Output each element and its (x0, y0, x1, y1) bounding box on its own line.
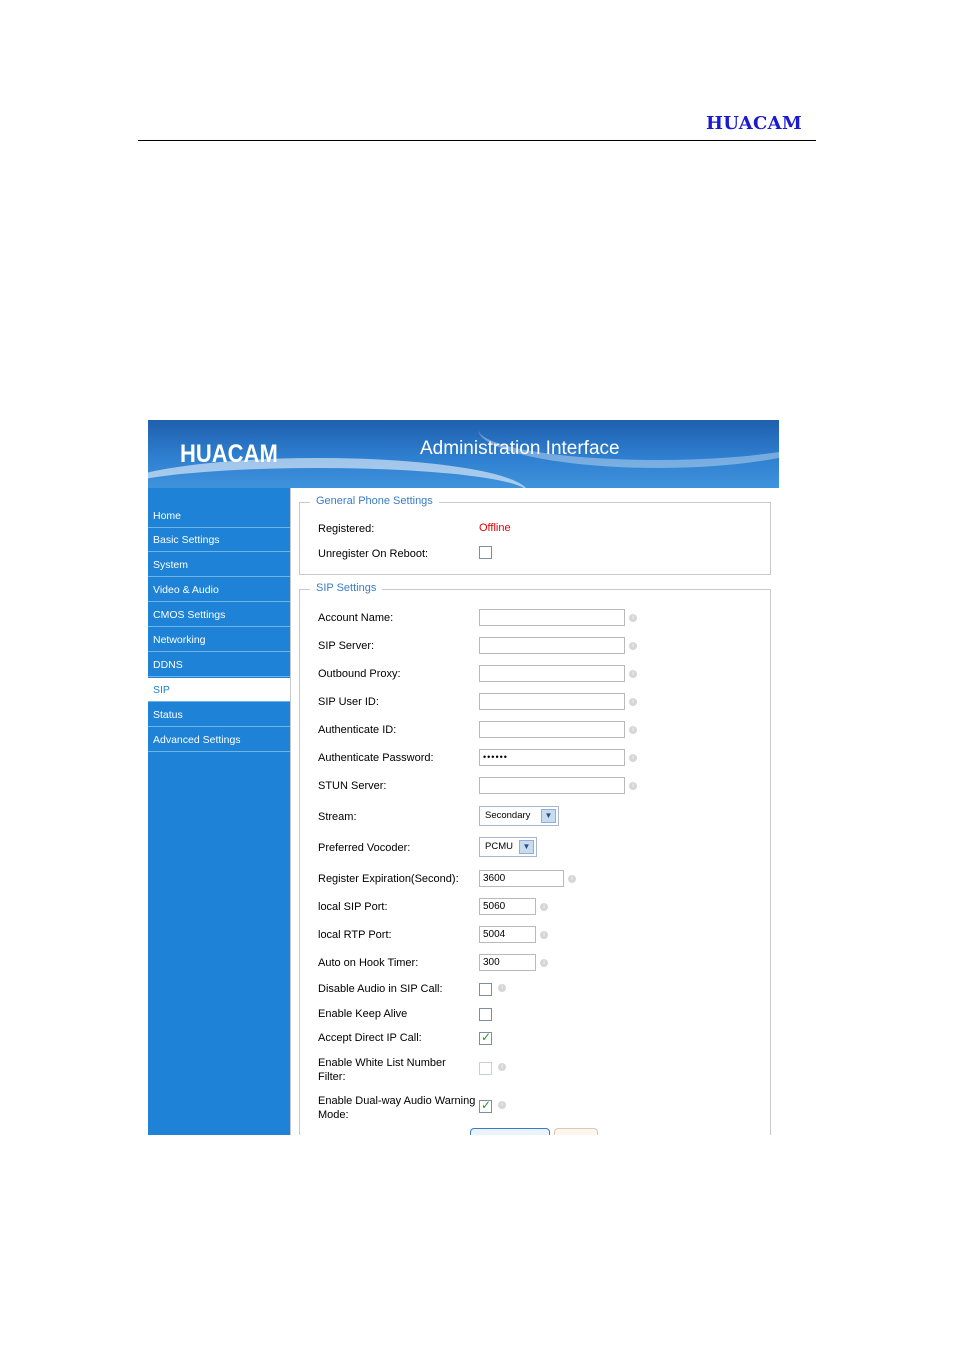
registered-status: Offline (479, 522, 511, 534)
sidebar-item-advanced-settings[interactable]: Advanced Settings (148, 728, 290, 752)
unregister-on-reboot-label: Unregister On Reboot: (318, 548, 429, 560)
general-settings-group: General Phone Settings Registered: Offli… (299, 495, 771, 575)
info-icon: i (540, 931, 548, 939)
preferred-vocoder-label: Preferred Vocoder: (318, 842, 411, 854)
chevron-down-icon[interactable]: ▼ (541, 809, 556, 823)
account-name-input[interactable] (479, 609, 625, 626)
preferred-vocoder-select[interactable]: PCMU ▼ (479, 837, 537, 857)
dual-way-audio-label-line2: Mode: (318, 1109, 349, 1121)
sip-settings-legend: SIP Settings (310, 582, 383, 594)
banner: HUACAM Administration Interface (148, 420, 779, 488)
authenticate-id-input[interactable] (479, 721, 625, 738)
checkmark-icon: ✓ (481, 1030, 492, 1044)
sip-user-id-input[interactable] (479, 693, 625, 710)
stream-select-value: Secondary (485, 810, 531, 821)
white-list-label-line1: Enable White List Number (318, 1057, 446, 1069)
info-icon: i (540, 959, 548, 967)
general-settings-legend: General Phone Settings (310, 495, 439, 507)
save-button[interactable] (470, 1128, 550, 1135)
unregister-on-reboot-checkbox[interactable] (479, 546, 492, 559)
info-icon: i (498, 1101, 506, 1109)
sidebar: Home Basic Settings System Video & Audio… (148, 488, 290, 1135)
checkmark-icon: ✓ (481, 1098, 492, 1112)
info-icon: i (629, 726, 637, 734)
sidebar-item-video-audio[interactable]: Video & Audio (148, 578, 290, 602)
sidebar-item-networking[interactable]: Networking (148, 628, 290, 652)
outbound-proxy-label: Outbound Proxy: (318, 668, 401, 680)
local-rtp-port-input[interactable]: 5004 (479, 926, 536, 943)
dual-way-audio-label-line1: Enable Dual-way Audio Warning (318, 1095, 476, 1107)
auto-hook-timer-input[interactable]: 300 (479, 954, 536, 971)
stun-server-input[interactable] (479, 777, 625, 794)
disable-audio-checkbox[interactable] (479, 983, 492, 996)
accept-direct-ip-checkbox[interactable]: ✓ (479, 1030, 492, 1045)
local-rtp-port-label: local RTP Port: (318, 929, 392, 941)
chevron-down-icon[interactable]: ▼ (519, 840, 534, 854)
authenticate-id-label: Authenticate ID: (318, 724, 397, 736)
sidebar-item-status[interactable]: Status (148, 703, 290, 727)
info-icon: i (498, 984, 506, 992)
banner-title: Administration Interface (420, 438, 620, 459)
banner-logo: HUACAM (180, 440, 278, 468)
sip-user-id-label: SIP User ID: (318, 696, 379, 708)
info-icon: i (629, 670, 637, 678)
info-icon: i (629, 754, 637, 762)
sip-server-input[interactable] (479, 637, 625, 654)
sidebar-item-cmos-settings[interactable]: CMOS Settings (148, 603, 290, 627)
sidebar-item-home[interactable]: Home (148, 504, 290, 528)
sidebar-item-system[interactable]: System (148, 553, 290, 577)
register-expiration-label: Register Expiration(Second): (318, 873, 459, 885)
info-icon: i (540, 903, 548, 911)
white-list-checkbox[interactable] (479, 1062, 492, 1075)
account-name-label: Account Name: (318, 612, 394, 624)
outbound-proxy-input[interactable] (479, 665, 625, 682)
disable-audio-label: Disable Audio in SIP Call: (318, 983, 443, 995)
register-expiration-input[interactable]: 3600 (479, 870, 564, 887)
info-icon: i (629, 642, 637, 650)
sip-settings-group: SIP Settings Account Name: i SIP Server:… (299, 582, 771, 1135)
local-sip-port-input[interactable]: 5060 (479, 898, 536, 915)
stun-server-label: STUN Server: (318, 780, 387, 792)
dual-way-audio-checkbox[interactable]: ✓ (479, 1098, 492, 1113)
authenticate-password-input[interactable]: •••••• (479, 749, 625, 766)
authenticate-password-label: Authenticate Password: (318, 752, 434, 764)
enable-keep-alive-label: Enable Keep Alive (318, 1008, 408, 1020)
admin-screenshot: HUACAM Administration Interface Home Bas… (148, 420, 779, 1135)
local-sip-port-label: local SIP Port: (318, 901, 388, 913)
document-header-brand: HUACAM (706, 113, 803, 134)
auto-hook-timer-label: Auto on Hook Timer: (318, 957, 419, 969)
sip-server-label: SIP Server: (318, 640, 375, 652)
reset-button[interactable] (554, 1128, 598, 1135)
main-content: General Phone Settings Registered: Offli… (290, 488, 779, 1135)
sidebar-item-sip[interactable]: SIP (148, 678, 290, 702)
stream-select[interactable]: Secondary ▼ (479, 806, 559, 826)
enable-keep-alive-checkbox[interactable] (479, 1008, 492, 1021)
info-icon: i (629, 782, 637, 790)
sidebar-item-ddns[interactable]: DDNS (148, 653, 290, 677)
registered-label: Registered: (318, 523, 375, 535)
accept-direct-ip-label: Accept Direct IP Call: (318, 1032, 422, 1044)
preferred-vocoder-value: PCMU (485, 841, 513, 852)
stream-label: Stream: (318, 811, 357, 823)
info-icon: i (629, 698, 637, 706)
sidebar-item-basic-settings[interactable]: Basic Settings (148, 528, 290, 552)
document-header-rule (138, 140, 816, 141)
white-list-label-line2: Filter: (318, 1071, 346, 1083)
info-icon: i (498, 1063, 506, 1071)
info-icon: i (629, 614, 637, 622)
info-icon: i (568, 875, 576, 883)
